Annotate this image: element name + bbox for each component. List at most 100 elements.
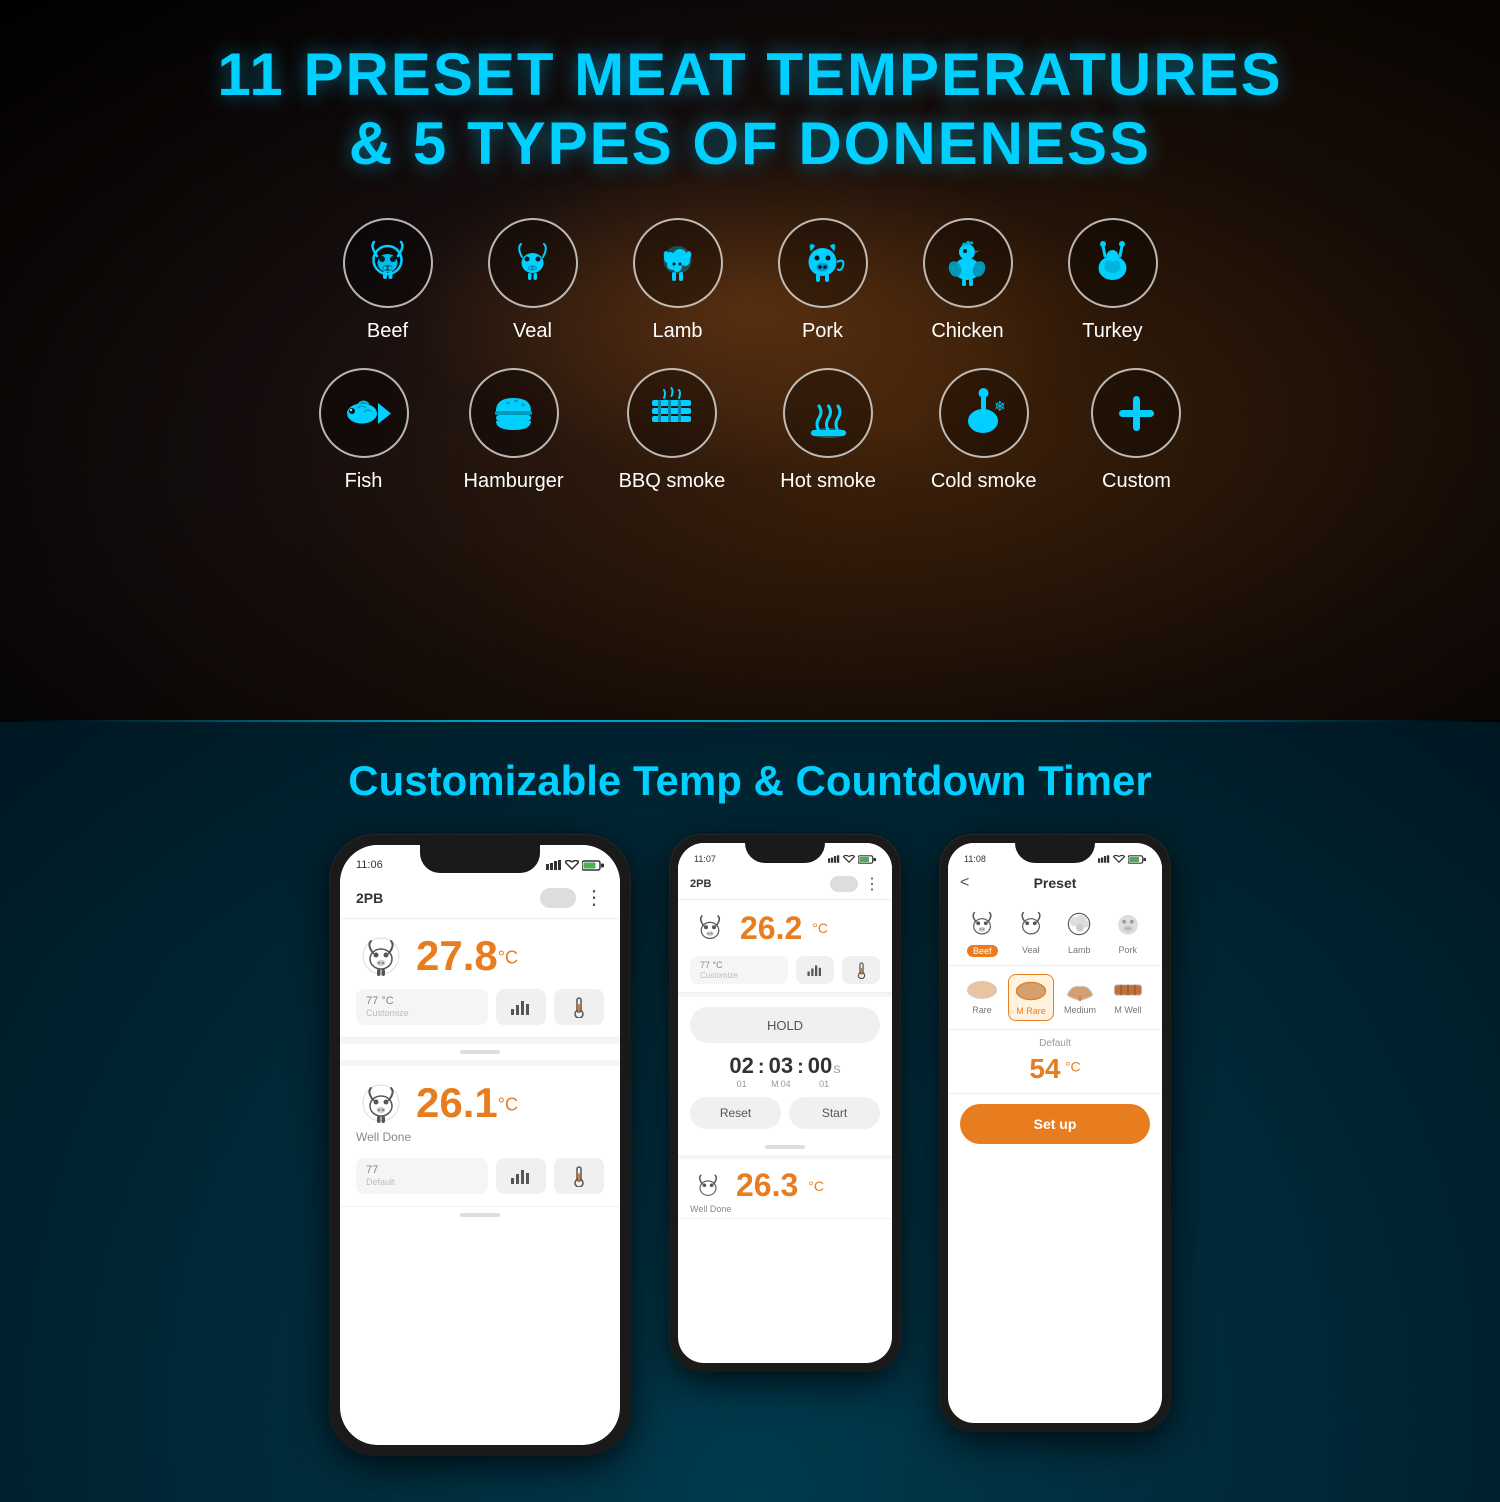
preset-lamb-label: Lamb — [1068, 945, 1091, 955]
probe2-set-info: 77Default — [366, 1164, 395, 1188]
probe2-row: 26.1°C — [356, 1078, 604, 1128]
meat-item-beef[interactable]: Beef — [343, 218, 433, 343]
doneness-mrare-icon — [1013, 979, 1049, 1003]
preset-item-lamb[interactable]: Lamb — [1057, 905, 1102, 957]
meat-item-hot-smoke[interactable]: Hot smoke — [780, 368, 876, 493]
probe2-doneness-label: Well Done — [356, 1128, 604, 1150]
timer-mins-top: 03 — [769, 1053, 793, 1079]
cow-icon-timer — [690, 908, 730, 948]
preset-item-beef[interactable]: Beef — [960, 905, 1005, 957]
timer-hours-top: 02 — [729, 1053, 753, 1079]
preset-pork-label: Pork — [1118, 945, 1137, 955]
doneness-m-rare[interactable]: M Rare — [1008, 974, 1054, 1021]
meat-item-lamb[interactable]: Lamb — [633, 218, 723, 343]
preset-header: < Preset — [948, 869, 1162, 897]
meat-item-custom[interactable]: Custom — [1091, 368, 1181, 493]
timer-probe-row: 26.2°C — [690, 908, 880, 948]
svg-text:❄: ❄ — [994, 398, 1006, 414]
timer-mins-col: 03 M 04 — [769, 1053, 793, 1089]
phone-preset-screen: 11:08 < Preset — [948, 843, 1162, 1423]
meat-item-veal[interactable]: Veal — [488, 218, 578, 343]
probe2-thermo-btn[interactable] — [554, 1158, 604, 1194]
meat-item-cold-smoke[interactable]: ❄ Cold smoke — [931, 368, 1037, 493]
time-main: 11:06 — [356, 859, 383, 871]
wave-bar-1 — [460, 1050, 500, 1054]
meat-circle-hot-smoke — [783, 368, 873, 458]
timer-secs-unit: S — [833, 1064, 840, 1076]
timer-mins-unit: M — [771, 1079, 779, 1089]
timer-thermo-btn[interactable] — [842, 956, 880, 984]
doneness-medium[interactable]: Medium — [1058, 974, 1102, 1021]
time-preset: 11:08 — [964, 854, 986, 864]
meat-item-turkey[interactable]: Turkey — [1068, 218, 1158, 343]
doneness-rare-label: Rare — [972, 1005, 992, 1015]
doneness-mrare-label: M Rare — [1016, 1006, 1046, 1016]
app-name-main: 2PB — [356, 890, 383, 906]
doneness-medium-icon — [1062, 978, 1098, 1002]
timer-probe-section: 26.2°C 77 °CCustomize — [678, 900, 892, 993]
timer-secs-col: 00 S 01 — [808, 1053, 841, 1089]
wave-indicator-1 — [340, 1044, 620, 1060]
meat-circle-hamburger — [469, 368, 559, 458]
meat-circle-chicken — [923, 218, 1013, 308]
status-icons-timer — [828, 855, 876, 864]
phone-notch-preset — [1015, 843, 1095, 863]
probe2-slider[interactable]: 77Default — [356, 1158, 488, 1194]
timer-start-btn[interactable]: Start — [789, 1097, 880, 1129]
hold-button[interactable]: HOLD — [690, 1007, 880, 1043]
doneness-m-well[interactable]: M Well — [1106, 974, 1150, 1021]
probe1-temp: 27.8 — [416, 932, 498, 979]
meat-circle-custom — [1091, 368, 1181, 458]
bottom-section: Customizable Temp & Countdown Timer 11:0… — [0, 722, 1500, 1502]
meat-circle-veal — [488, 218, 578, 308]
default-label: Default — [960, 1038, 1150, 1049]
meat-item-fish[interactable]: Fish — [319, 368, 409, 493]
probe1-chart-btn[interactable] — [496, 989, 546, 1025]
preset-back-btn[interactable]: < — [960, 874, 969, 892]
meat-item-chicken[interactable]: Chicken — [923, 218, 1013, 343]
probe2-unit: °C — [498, 1095, 518, 1115]
probe1-slider[interactable]: 77 °CCustomize — [356, 989, 488, 1025]
preset-temp-display: 54 °C — [960, 1053, 1150, 1085]
phone-main: 11:06 2PB ⋮ — [330, 835, 630, 1455]
doneness-grid: Rare M Rare Medium — [948, 966, 1162, 1029]
preset-title: Preset — [1034, 875, 1077, 891]
toggle-main[interactable] — [540, 888, 576, 908]
timer-probe2-temp: 26.3 — [736, 1167, 798, 1204]
preset-temp-section: Default 54 °C — [948, 1030, 1162, 1093]
wave-bar-timer — [765, 1145, 805, 1149]
meat-item-bbq-smoke[interactable]: BBQ smoke — [619, 368, 726, 493]
timer-hours-col: 02 01 — [729, 1053, 753, 1089]
cow-icon-probe2 — [356, 1078, 406, 1128]
main-title: 11 PRESET MEAT TEMPERATURES & 5 TYPES OF… — [0, 0, 1500, 178]
timer-slider[interactable]: 77 °CCustomize — [690, 956, 788, 984]
preset-beef-icon — [963, 905, 1001, 943]
probe1-thermo-btn[interactable] — [554, 989, 604, 1025]
probe2-section: 26.1°C Well Done 77Default — [340, 1066, 620, 1207]
meat-label-custom: Custom — [1102, 470, 1171, 493]
preset-veal-icon — [1012, 905, 1050, 943]
timer-probe-controls: 77 °CCustomize — [690, 956, 880, 984]
meat-item-pork[interactable]: Pork — [778, 218, 868, 343]
preset-item-pork[interactable]: Pork — [1106, 905, 1151, 957]
probe2-temp: 26.1 — [416, 1079, 498, 1126]
title-line2: & 5 TYPES OF DONENESS — [0, 109, 1500, 178]
phone-notch-main — [420, 845, 540, 873]
toggle-timer[interactable] — [830, 876, 858, 892]
meat-label-hot-smoke: Hot smoke — [780, 470, 876, 493]
doneness-mwell-icon — [1110, 978, 1146, 1002]
meat-icons-row1: Beef Veal — [0, 218, 1500, 343]
meat-item-hamburger[interactable]: Hamburger — [464, 368, 564, 493]
timer-reset-btn[interactable]: Reset — [690, 1097, 781, 1129]
probe2-chart-btn[interactable] — [496, 1158, 546, 1194]
preset-item-veal[interactable]: Veal — [1009, 905, 1054, 957]
temp-setup-divider — [948, 1093, 1162, 1094]
meat-label-cold-smoke: Cold smoke — [931, 470, 1037, 493]
timer-probe-temp: 26.2 — [740, 910, 802, 947]
probe1-section: 27.8°C 77 °CCustomize — [340, 919, 620, 1038]
preset-temp-unit: °C — [1065, 1059, 1081, 1075]
meat-circle-turkey — [1068, 218, 1158, 308]
setup-button[interactable]: Set up — [960, 1104, 1150, 1144]
doneness-rare[interactable]: Rare — [960, 974, 1004, 1021]
timer-chart-btn[interactable] — [796, 956, 834, 984]
